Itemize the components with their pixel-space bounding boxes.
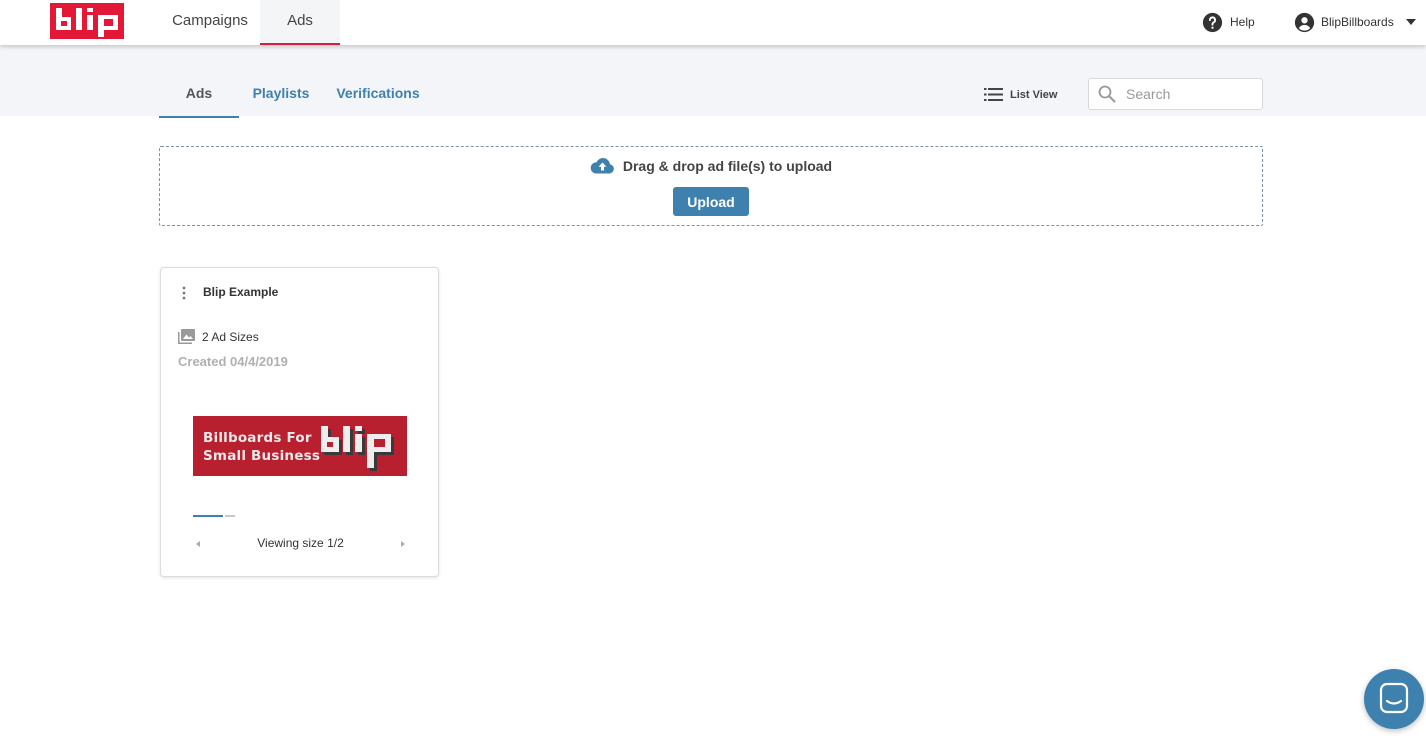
user-menu[interactable]: BlipBillboards (1294, 11, 1416, 33)
upload-dropzone[interactable]: Drag & drop ad file(s) to upload Upload (159, 146, 1263, 226)
upload-button[interactable]: Upload (673, 187, 749, 216)
chat-launcher-button[interactable] (1364, 669, 1424, 729)
chat-icon (1379, 682, 1409, 714)
image-stack-icon (178, 329, 195, 344)
help-label: Help (1230, 15, 1255, 29)
cloud-upload-icon (590, 158, 614, 174)
sub-navigation-bar: Ads Playlists Verifications List View (0, 45, 1426, 118)
user-name: BlipBillboards (1321, 15, 1394, 29)
list-icon (984, 88, 1003, 101)
ad-sizes-count: 2 Ad Sizes (178, 329, 259, 344)
ad-card-title[interactable]: Blip Example (203, 285, 278, 299)
list-view-toggle[interactable]: List View (984, 88, 1057, 101)
blip-logo[interactable] (50, 3, 124, 39)
account-circle-icon (1294, 12, 1315, 32)
top-navigation-bar: Campaigns Ads Help BlipBillboards (0, 0, 1426, 45)
help-circle-icon (1202, 12, 1223, 32)
tab-ads[interactable]: Ads (159, 83, 239, 118)
nav-tab-campaigns[interactable]: Campaigns (160, 0, 260, 45)
list-view-label: List View (1010, 88, 1058, 101)
nav-tab-ads[interactable]: Ads (260, 0, 340, 45)
ad-preview-line-2: Small Business (203, 448, 321, 464)
dropzone-message: Drag & drop ad file(s) to upload (160, 157, 1262, 174)
search-icon (1098, 85, 1116, 103)
ad-preview-text: Billboards For Small Business (203, 429, 320, 465)
dropzone-text: Drag & drop ad file(s) to upload (622, 157, 833, 174)
more-vertical-icon[interactable] (179, 285, 189, 301)
tab-playlists[interactable]: Playlists (250, 83, 312, 117)
help-link[interactable]: Help (1202, 11, 1255, 33)
size-indicator-inactive (225, 515, 235, 517)
chevron-right-icon[interactable] (398, 538, 408, 550)
ad-sizes-label: 2 Ad Sizes (202, 329, 259, 344)
ad-preview-line-1: Billboards For (203, 430, 312, 446)
ad-preview-image[interactable]: Billboards For Small Business (193, 416, 407, 476)
caret-down-icon (1405, 19, 1416, 25)
tab-verifications[interactable]: Verifications (334, 83, 422, 117)
size-indicator-active (193, 515, 223, 517)
ad-preview-logo (321, 426, 394, 471)
ad-card[interactable]: Blip Example 2 Ad Sizes Created 04/4/201… (160, 267, 439, 577)
search-box[interactable] (1088, 78, 1263, 110)
created-date: Created 04/4/2019 (178, 354, 288, 369)
search-input[interactable] (1126, 86, 1246, 102)
